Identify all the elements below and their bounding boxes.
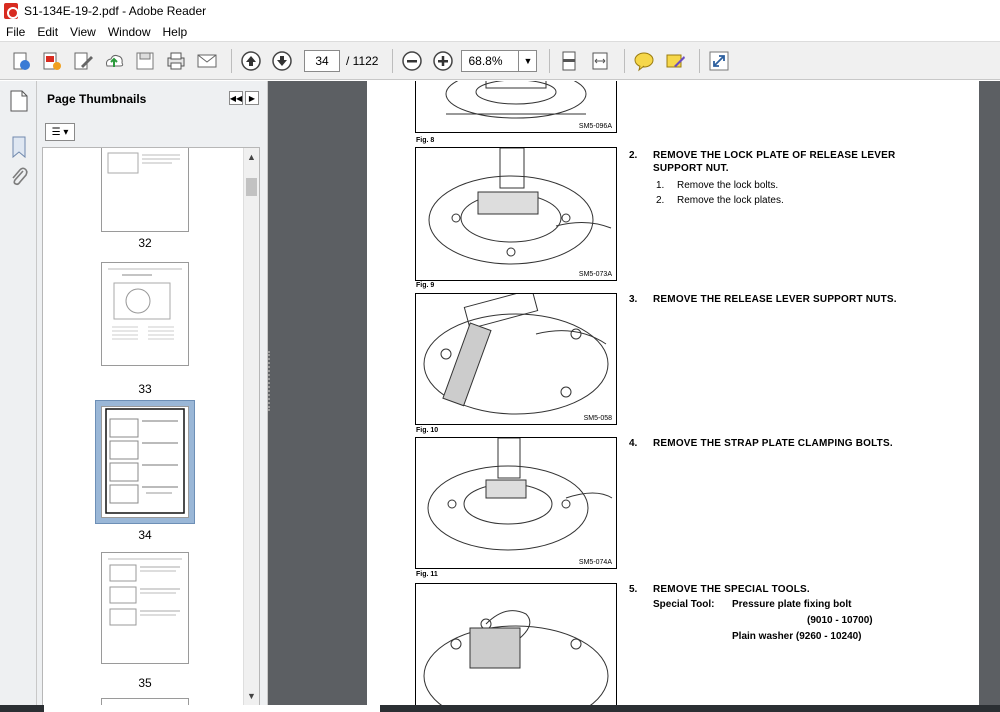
thumbnails-panel: Page Thumbnails ◀◀ ▶ ☰ ▾ 32 33 34 35 ▲ ▼ <box>37 81 268 712</box>
toolbar-divider <box>231 48 232 73</box>
special-tool-name: Pressure plate fixing bolt <box>732 599 852 610</box>
menu-file[interactable]: File <box>6 25 25 39</box>
step-number: 3. <box>629 294 638 305</box>
title-bar: S1-134E-19-2.pdf - Adobe Reader <box>0 0 1000 22</box>
figure-0: SM5-096A <box>415 81 617 133</box>
sign-icon[interactable] <box>662 48 688 74</box>
collapse-panel-icon[interactable]: ◀◀ <box>229 91 243 105</box>
toolbar-divider <box>549 48 551 73</box>
scroll-up-icon[interactable]: ▲ <box>247 152 256 162</box>
thumbnail-page-33[interactable] <box>101 262 189 366</box>
create-icon[interactable] <box>8 48 34 74</box>
figure-id: SM5-058 <box>583 415 612 422</box>
figure-id: SM5-074A <box>578 559 612 566</box>
step-heading: REMOVE THE SPECIAL TOOLS. <box>653 584 810 595</box>
step-heading-cont: SUPPORT NUT. <box>653 163 729 174</box>
status-strip <box>0 705 1000 712</box>
comment-icon[interactable] <box>631 48 657 74</box>
thumbnail-label-35: 35 <box>138 676 152 690</box>
figure-10: SM5-074A <box>415 437 617 569</box>
step-heading: REMOVE THE RELEASE LEVER SUPPORT NUTS. <box>653 294 897 305</box>
thumbnail-page-35[interactable] <box>101 552 189 664</box>
special-tool-code: (9010 - 10700) <box>807 615 873 626</box>
page-total: / 1122 <box>346 53 379 68</box>
toolbar-divider <box>624 48 626 73</box>
figure-8: SM5-073A <box>415 147 617 281</box>
menu-view[interactable]: View <box>70 25 96 39</box>
thumbnail-label-33: 33 <box>138 382 152 396</box>
figure-label: Fig. 11 <box>416 571 438 578</box>
export-icon[interactable] <box>39 48 65 74</box>
fit-width-icon[interactable] <box>587 48 613 74</box>
print-icon[interactable] <box>163 48 189 74</box>
toolbar-divider <box>699 48 701 73</box>
substep-number: 2. <box>656 195 665 206</box>
document-page[interactable]: SM5-096A Fig. 8 SM5-073A Fig. 9 SM5-058 … <box>367 81 979 712</box>
window-title: S1-134E-19-2.pdf - Adobe Reader <box>24 4 207 18</box>
navigation-rail <box>0 81 37 712</box>
zoom-level-input[interactable]: 68.8% <box>461 49 520 72</box>
email-icon[interactable] <box>194 48 220 74</box>
zoom-in-icon[interactable] <box>430 48 456 74</box>
menu-help[interactable]: Help <box>163 25 188 39</box>
attachments-icon[interactable] <box>8 165 30 189</box>
menu-edit[interactable]: Edit <box>37 25 58 39</box>
expand-panel-icon[interactable]: ▶ <box>245 91 259 105</box>
thumbnail-page-32[interactable] <box>101 148 189 232</box>
special-tool-label: Special Tool: <box>653 599 715 610</box>
figure-id: SM5-073A <box>578 271 612 278</box>
thumbnail-scrollbar[interactable]: ▲ ▼ <box>243 148 259 705</box>
pdf-app-icon <box>4 3 19 19</box>
figure-label: Fig. 9 <box>416 282 435 289</box>
figure-label: Fig. 10 <box>416 427 439 434</box>
thumbnail-label-34: 34 <box>138 528 152 542</box>
document-background-right <box>979 81 1000 712</box>
figure-label: Fig. 8 <box>416 137 435 144</box>
figure-9: SM5-058 <box>415 293 617 425</box>
upload-icon[interactable] <box>101 48 127 74</box>
step-heading: REMOVE THE STRAP PLATE CLAMPING BOLTS. <box>653 438 893 449</box>
bookmarks-icon[interactable] <box>8 135 30 159</box>
thumbnail-options-button[interactable]: ☰ ▾ <box>45 123 75 141</box>
scroll-down-icon[interactable]: ▼ <box>247 691 256 701</box>
edit-icon[interactable] <box>70 48 96 74</box>
document-background <box>268 81 367 712</box>
special-tool-washer: Plain washer (9260 - 10240) <box>732 631 862 642</box>
step-heading: REMOVE THE LOCK PLATE OF RELEASE LEVER <box>653 150 896 161</box>
substep-text: Remove the lock plates. <box>677 195 784 206</box>
zoom-dropdown-icon[interactable]: ▼ <box>519 49 538 72</box>
menu-window[interactable]: Window <box>108 25 151 39</box>
status-segment <box>44 705 380 712</box>
toolbar-divider <box>392 48 394 73</box>
page-thumbnails-icon[interactable] <box>8 89 30 113</box>
figure-11: SM5-059 <box>415 583 617 712</box>
thumbnail-list[interactable]: 32 33 34 35 ▲ ▼ <box>42 147 260 706</box>
menu-bar: File Edit View Window Help <box>0 22 1000 42</box>
substep-text: Remove the lock bolts. <box>677 180 779 191</box>
substep-number: 1. <box>656 180 665 191</box>
page-down-icon[interactable] <box>269 48 295 74</box>
fullscreen-icon[interactable] <box>706 48 732 74</box>
zoom-out-icon[interactable] <box>399 48 425 74</box>
step-number: 5. <box>629 584 638 595</box>
toolbar: / 1122 68.8% ▼ <box>0 42 1000 80</box>
save-icon[interactable] <box>132 48 158 74</box>
step-number: 4. <box>629 438 638 449</box>
thumbnail-label-32: 32 <box>138 236 152 250</box>
fit-page-icon[interactable] <box>556 48 582 74</box>
figure-id: SM5-096A <box>578 123 612 130</box>
page-up-icon[interactable] <box>238 48 264 74</box>
scrollbar-thumb[interactable] <box>246 178 257 196</box>
thumbnail-page-34[interactable] <box>101 406 189 518</box>
step-number: 2. <box>629 150 638 161</box>
page-number-input[interactable] <box>304 49 340 72</box>
panel-resize-grip[interactable] <box>268 351 270 411</box>
